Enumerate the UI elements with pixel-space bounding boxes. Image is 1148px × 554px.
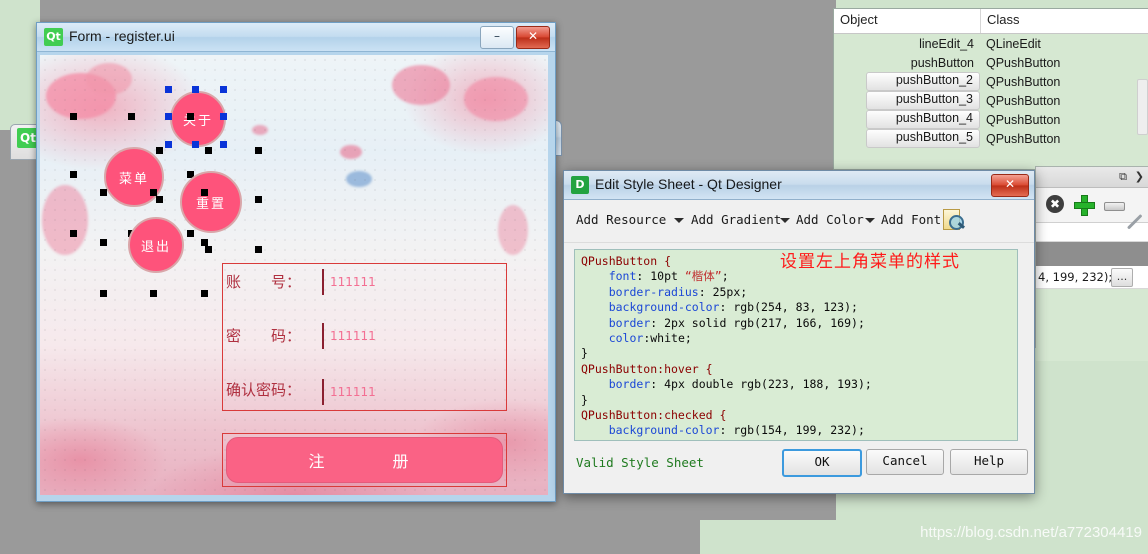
label-confirm-password: 确认密码：: [226, 381, 302, 399]
style-sheet-code-editor[interactable]: QPushButton { font: 10pt “楷体”; border-ra…: [574, 249, 1018, 441]
object-name: lineEdit_4: [919, 36, 974, 51]
column-header-object[interactable]: Object: [834, 9, 981, 33]
code-line: }: [581, 346, 588, 361]
form-button-about[interactable]: 关于: [170, 91, 226, 147]
object-name: pushButton_2: [866, 72, 980, 91]
code-lines: QPushButton { font: 10pt “楷体”; border-ra…: [581, 254, 1017, 440]
ok-button[interactable]: OK: [782, 449, 862, 477]
close-button[interactable]: ✕: [991, 174, 1029, 197]
object-class: QLineEdit: [986, 36, 1041, 51]
object-name: pushButton_5: [866, 129, 980, 148]
input-confirm-password[interactable]: 111111: [322, 379, 500, 405]
close-icon[interactable]: ❯: [1135, 170, 1144, 183]
form-button-exit[interactable]: 退出: [128, 217, 184, 273]
form-title-text: Form - register.ui: [69, 28, 175, 44]
code-line: background-color: rgb(254, 83, 123);: [608, 300, 858, 315]
property-editor-body: [1036, 289, 1148, 361]
object-inspector-header: Object Class: [834, 9, 1148, 34]
object-class: QPushButton: [986, 93, 1061, 108]
property-value-row[interactable]: 4, 199, 232);\n} ...: [1036, 266, 1148, 289]
table-row[interactable]: pushButton_3 QPushButton: [834, 91, 1148, 110]
code-line: QPushButton:checked {: [581, 408, 727, 423]
dialog-toolbar: Add Resource Add Gradient Add Color Add …: [564, 200, 1034, 243]
table-row[interactable]: pushButton_4 QPushButton: [834, 110, 1148, 129]
float-window-icon[interactable]: ⧉: [1119, 170, 1127, 184]
table-row[interactable]: pushButton_2 QPushButton: [834, 72, 1148, 91]
designer-logo-icon: D: [571, 176, 589, 194]
input-account[interactable]: 111111: [322, 269, 500, 295]
form-button-register[interactable]: 注 册: [226, 437, 503, 483]
code-line: border-radius: 25px;: [608, 284, 748, 299]
object-class: QPushButton: [986, 74, 1061, 89]
code-line: background-color: rgb(154, 199, 232);: [608, 423, 865, 438]
input-password[interactable]: 111111: [322, 323, 500, 349]
add-font-button[interactable]: Add Font: [881, 212, 941, 227]
label-account: 账 号：: [226, 273, 302, 291]
form-button-reset[interactable]: 重置: [180, 171, 242, 233]
open-editor-button[interactable]: ...: [1111, 268, 1133, 287]
watermark-text: https://blog.csdn.net/a772304419: [920, 524, 1142, 541]
object-inspector-panel[interactable]: Object Class lineEdit_4 QLineEdit pushBu…: [833, 8, 1148, 170]
code-line: }: [581, 439, 1017, 440]
object-class: QPushButton: [986, 131, 1061, 146]
add-resource-button[interactable]: Add Resource: [576, 212, 666, 227]
table-row[interactable]: lineEdit_4 QLineEdit: [834, 34, 1148, 53]
dialog-titlebar[interactable]: D Edit Style Sheet - Qt Designer ✕: [564, 171, 1034, 200]
code-line: border: 4px double rgb(223, 188, 193);: [608, 377, 872, 392]
table-row[interactable]: pushButton QPushButton: [834, 53, 1148, 72]
edit-style-sheet-dialog: D Edit Style Sheet - Qt Designer ✕ Add R…: [563, 170, 1035, 494]
table-row[interactable]: pushButton_5 QPushButton: [834, 129, 1148, 148]
chevron-down-icon[interactable]: [865, 218, 875, 223]
object-name: pushButton: [910, 55, 974, 70]
add-icon[interactable]: [1074, 195, 1095, 216]
code-line: border: 2px solid rgb(217, 166, 169);: [608, 315, 865, 330]
find-icon[interactable]: [941, 208, 965, 232]
dialog-title-text: Edit Style Sheet - Qt Designer: [595, 176, 782, 192]
object-class: QPushButton: [986, 112, 1061, 127]
chevron-down-icon[interactable]: [780, 218, 790, 223]
property-group-row: [1036, 242, 1148, 266]
form-button-menu[interactable]: 菜单: [104, 147, 164, 207]
annotation-text: 设置左上角菜单的样式: [780, 252, 960, 272]
add-color-button[interactable]: Add Color: [796, 212, 864, 227]
code-line: color:white;: [608, 331, 692, 346]
form-preview-window: Qt Form - register.ui – ✕ 关于 菜单 重置 退出 账 …: [36, 22, 556, 502]
clear-icon[interactable]: ✖: [1046, 195, 1064, 213]
object-name: pushButton_3: [866, 91, 980, 110]
cancel-button[interactable]: Cancel: [866, 449, 944, 475]
form-titlebar[interactable]: Qt Form - register.ui – ✕: [37, 23, 555, 52]
property-editor-toolbar: ✖: [1036, 188, 1148, 223]
minimize-button[interactable]: –: [480, 26, 514, 49]
label-password: 密 码：: [226, 327, 302, 345]
object-name: pushButton_4: [866, 110, 980, 129]
remove-icon[interactable]: [1104, 202, 1125, 211]
color-picker-icon[interactable]: [1128, 215, 1148, 235]
code-line: }: [581, 392, 588, 407]
property-editor-panel[interactable]: ⧉ ❯ ✖ 4, 199, 232);\n} ...: [1035, 166, 1148, 361]
vertical-scrollbar[interactable]: [1137, 79, 1148, 135]
object-class: QPushButton: [986, 55, 1061, 70]
desktop-background-left: [0, 0, 40, 130]
column-header-class[interactable]: Class: [981, 9, 1148, 33]
qt-logo-icon: Qt: [44, 28, 63, 46]
form-design-canvas[interactable]: 关于 菜单 重置 退出 账 号： 111111 密 码： 111111 确认密码…: [40, 55, 548, 495]
chevron-down-icon[interactable]: [674, 218, 684, 223]
add-gradient-button[interactable]: Add Gradient: [691, 212, 781, 227]
code-line: QPushButton:hover {: [581, 361, 713, 376]
close-button[interactable]: ✕: [516, 26, 550, 49]
designer-workspace-background-lower: [0, 506, 700, 554]
property-editor-titlebar[interactable]: ⧉ ❯: [1036, 167, 1148, 188]
validation-status: Valid Style Sheet: [576, 455, 704, 470]
help-button[interactable]: Help: [950, 449, 1028, 475]
